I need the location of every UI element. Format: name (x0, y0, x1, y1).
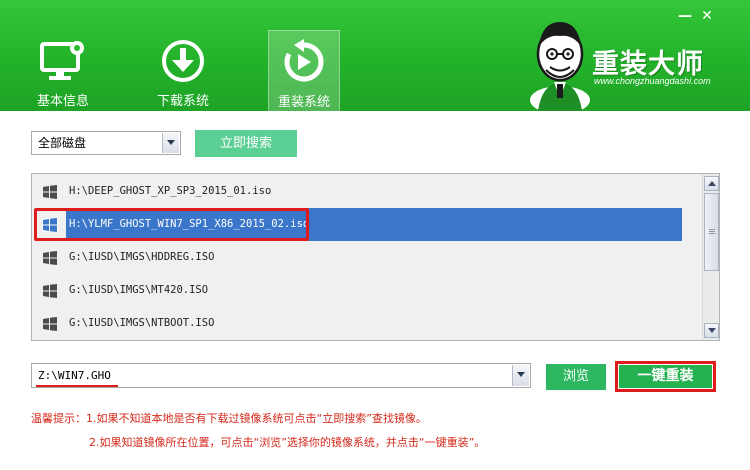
mascot-icon (530, 22, 590, 111)
disk-select[interactable]: 全部磁盘 (31, 131, 181, 155)
list-item[interactable]: G:\IUSD\IMGS\NTBOOT.ISO (32, 307, 702, 340)
tab-basic-info[interactable]: 基本信息 (27, 30, 99, 111)
image-path: G:\IUSD\IMGS\HDDREG.ISO (69, 251, 215, 263)
tab-reinstall-system[interactable]: 重装系统 (268, 30, 340, 111)
one-click-reinstall-button[interactable]: 一键重装 (615, 361, 716, 392)
disk-select-value: 全部磁盘 (38, 136, 87, 150)
windows-icon (43, 317, 57, 331)
tip-line-1: 温馨提示：1.如果不知道本地是否有下载过镜像系统可点击“立即搜索”查找镜像。 (31, 412, 427, 425)
list-scrollbar[interactable] (702, 174, 719, 340)
search-now-button[interactable]: 立即搜索 (195, 130, 297, 157)
minimize-button[interactable]: — (676, 8, 694, 24)
scroll-up-icon[interactable] (704, 176, 719, 191)
grip-icon (709, 229, 715, 230)
scroll-down-icon[interactable] (704, 323, 719, 338)
monitor-gear-icon (40, 41, 84, 80)
scrollbar-thumb[interactable] (704, 193, 719, 271)
windows-icon (43, 251, 57, 265)
path-annotation-underline (36, 385, 118, 387)
target-path-combo[interactable]: Z:\WIN7.GHO (31, 363, 531, 388)
reinstall-button-label: 一键重装 (619, 365, 712, 388)
download-icon (162, 40, 204, 82)
close-button[interactable]: ✕ (698, 8, 716, 24)
selection-annotation-frame (34, 208, 309, 241)
image-path: G:\IUSD\IMGS\NTBOOT.ISO (69, 317, 215, 329)
windows-icon (43, 284, 57, 298)
list-item[interactable]: H:\DEEP_GHOST_XP_SP3_2015_01.iso (32, 175, 702, 208)
browse-button[interactable]: 浏览 (546, 364, 606, 390)
target-path-value: Z:\WIN7.GHO (38, 369, 111, 382)
reinstall-icon (284, 39, 324, 82)
app-header: — ✕ 基本信息 下载系统 重装系统 重装大师 www.chongzhuangd… (0, 0, 750, 111)
tip-line-2: 2.如果知道镜像所在位置，可点击“浏览”选择你的镜像系统，并点击“一键重装”。 (89, 436, 486, 449)
chevron-down-icon[interactable] (512, 365, 529, 386)
image-list[interactable]: H:\DEEP_GHOST_XP_SP3_2015_01.iso H:\YLMF… (31, 173, 720, 341)
chevron-down-icon[interactable] (162, 133, 179, 153)
brand-url: www.chongzhuangdashi.com (594, 76, 711, 86)
tab-label: 下载系统 (156, 94, 209, 109)
image-path: G:\IUSD\IMGS\MT420.ISO (69, 284, 209, 296)
tab-label: 基本信息 (36, 94, 89, 109)
image-path: H:\DEEP_GHOST_XP_SP3_2015_01.iso (69, 185, 272, 197)
windows-icon (43, 185, 57, 199)
list-item[interactable]: G:\IUSD\IMGS\MT420.ISO (32, 274, 702, 307)
tab-label: 重装系统 (277, 95, 330, 110)
list-item[interactable]: G:\IUSD\IMGS\HDDREG.ISO (32, 241, 702, 274)
tab-download-system[interactable]: 下载系统 (147, 30, 219, 111)
